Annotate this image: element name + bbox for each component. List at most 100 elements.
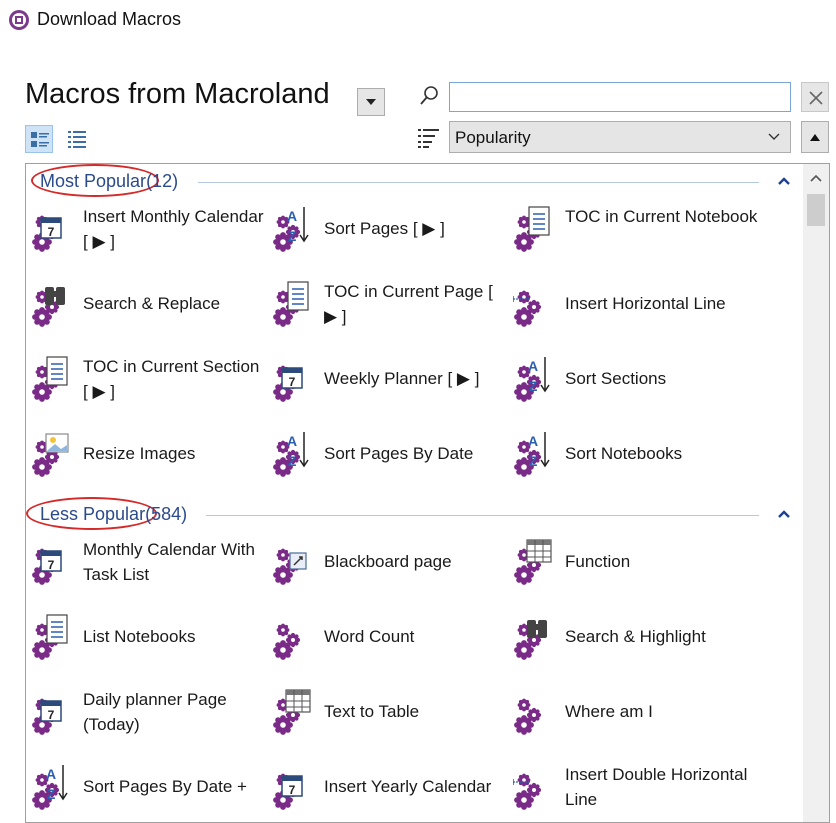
macro-label: Word Count [324, 627, 415, 646]
sort-az-icon: AZ [514, 357, 550, 402]
horizontal-line-icon [513, 290, 542, 327]
macro-list[interactable]: Most Popular(12) Less Popular(584) 7 Ins… [25, 163, 830, 823]
svg-text:7: 7 [48, 558, 55, 572]
sort-selected-value: Popularity [455, 128, 531, 147]
svg-text:A: A [528, 358, 538, 374]
document-list-icon [273, 281, 309, 327]
macro-label: Resize Images [83, 444, 196, 463]
macro-label: TOC in Current Notebook [565, 207, 758, 226]
macro-label: Sort Sections [565, 369, 667, 388]
macro-tile[interactable]: 7 Insert Monthly Calendar [ ▶ ] [26, 200, 266, 262]
vertical-scrollbar[interactable] [803, 164, 829, 822]
macro-tile[interactable]: 7 Daily planner Page (Today) [26, 683, 266, 745]
close-icon [809, 91, 823, 105]
page-title: Macros from Macroland [25, 78, 330, 110]
macro-tile[interactable]: Search & Highlight [508, 608, 748, 670]
macro-tile[interactable]: AZ Sort Pages By Date [267, 425, 507, 487]
macro-label: TOC in Current Section [ ▶ ] [83, 357, 260, 401]
macro-tile[interactable]: Function [508, 533, 748, 595]
document-list-icon [32, 614, 68, 660]
macro-label: Daily planner Page (Today) [83, 690, 227, 734]
gear-icon [273, 623, 301, 660]
macro-tile[interactable]: TOC in Current Page [ ▶ ] [267, 275, 507, 337]
table-icon [514, 539, 552, 585]
macro-label: Sort Pages By Date [324, 444, 474, 463]
macro-tile[interactable]: Where am I [508, 683, 748, 745]
search-input[interactable] [449, 82, 791, 112]
macro-label: List Notebooks [83, 627, 196, 646]
sort-direction-button[interactable] [801, 121, 829, 153]
group-header-most-popular[interactable]: Most Popular(12) [26, 164, 801, 197]
svg-text:7: 7 [48, 225, 55, 239]
binoculars-icon [514, 620, 547, 660]
svg-text:Z: Z [288, 228, 297, 244]
svg-text:Z: Z [288, 453, 297, 469]
sort-dropdown[interactable]: Popularity [449, 121, 791, 153]
gear-icon [514, 698, 542, 735]
macro-tile[interactable]: AZ Sort Pages By Date + [26, 758, 266, 820]
calendar-icon: 7 [32, 698, 62, 735]
svg-text:A: A [528, 433, 538, 449]
onenote-app-icon [9, 10, 29, 30]
macro-tile[interactable]: Search & Replace [26, 275, 266, 337]
svg-text:7: 7 [289, 783, 296, 797]
sort-az-icon: AZ [32, 765, 68, 810]
macro-tile[interactable]: Insert Horizontal Line [508, 275, 748, 337]
binoculars-icon [32, 287, 65, 327]
macro-tile[interactable]: AZ Sort Notebooks [508, 425, 748, 487]
macro-tile[interactable]: Insert Double Horizontal Line [508, 758, 748, 820]
svg-text:Z: Z [529, 378, 538, 394]
macro-label: Text to Table [324, 702, 420, 721]
chevron-down-icon [768, 133, 780, 140]
sort-az-icon: AZ [273, 207, 309, 252]
list-view-button[interactable] [63, 125, 91, 153]
triangle-up-icon [810, 134, 820, 141]
macro-tile[interactable]: 7 Weekly Planner [ ▶ ] [267, 350, 507, 412]
macro-tile[interactable]: Blackboard page [267, 533, 507, 595]
macro-tile[interactable]: TOC in Current Section [ ▶ ] [26, 350, 266, 412]
macro-tile[interactable]: TOC in Current Notebook [508, 200, 757, 262]
macro-label: Insert Horizontal Line [565, 294, 726, 313]
scroll-up-button[interactable] [803, 164, 829, 192]
sort-az-icon: AZ [273, 432, 309, 477]
document-list-icon [514, 206, 550, 252]
collapse-chevron-icon[interactable] [777, 174, 791, 188]
clear-search-button[interactable] [801, 82, 829, 112]
macro-tile[interactable]: Word Count [267, 608, 507, 670]
document-list-icon [32, 356, 68, 402]
macro-tile[interactable]: 7 Monthly Calendar With Task List [26, 533, 266, 595]
chevron-up-icon [810, 174, 822, 182]
calendar-icon: 7 [273, 365, 303, 402]
svg-text:Z: Z [529, 453, 538, 469]
group-header-less-popular[interactable]: Less Popular(584) [26, 497, 801, 530]
svg-text:A: A [287, 208, 297, 224]
search-icon [420, 86, 438, 105]
group-title: Less Popular(584) [40, 504, 188, 524]
tiles-view-button[interactable] [25, 125, 53, 153]
macro-tile[interactable]: Text to Table [267, 683, 507, 745]
macro-tile[interactable]: List Notebooks [26, 608, 266, 670]
title-bar: Download Macros [0, 0, 836, 42]
blackboard-icon [273, 548, 307, 585]
svg-text:Z: Z [47, 786, 56, 802]
calendar-icon: 7 [273, 773, 303, 810]
collapse-chevron-icon[interactable] [777, 507, 791, 521]
macro-tile[interactable]: 7 Insert Yearly Calendar [267, 758, 507, 820]
macro-label: TOC in Current Page [ ▶ ] [324, 282, 493, 326]
macro-label: Search & Highlight [565, 627, 706, 646]
macro-tile[interactable]: AZ Sort Pages [ ▶ ] [267, 200, 507, 262]
macro-label: Sort Notebooks [565, 444, 683, 463]
scroll-thumb[interactable] [807, 194, 825, 226]
svg-text:7: 7 [289, 375, 296, 389]
svg-text:7: 7 [48, 708, 55, 722]
group-title: Most Popular(12) [40, 171, 179, 191]
macro-tile[interactable]: AZ Sort Sections [508, 350, 748, 412]
svg-text:A: A [287, 433, 297, 449]
horizontal-line-icon [513, 773, 542, 810]
macro-label: Search & Replace [83, 294, 221, 313]
macro-label: Weekly Planner [ ▶ ] [324, 369, 480, 388]
image-icon [32, 433, 69, 477]
source-dropdown-button[interactable] [357, 88, 385, 116]
macro-label: Blackboard page [324, 552, 452, 571]
macro-tile[interactable]: Resize Images [26, 425, 266, 487]
